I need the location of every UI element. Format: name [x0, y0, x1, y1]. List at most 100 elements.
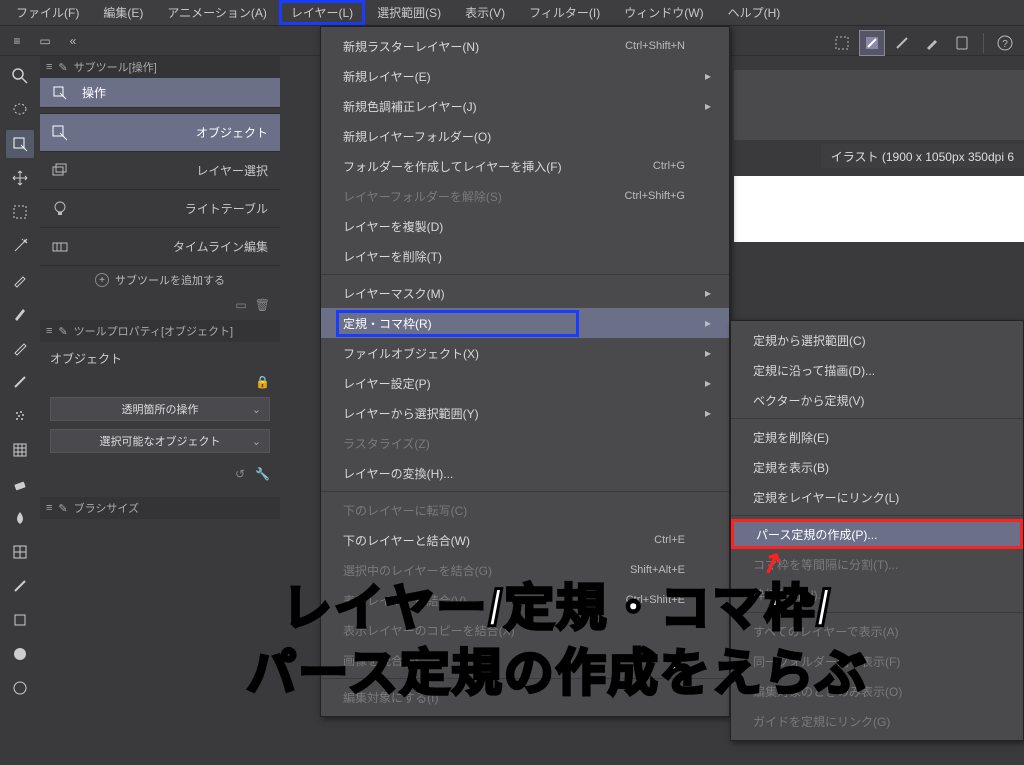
layer-menu-item-2[interactable]: 新規色調補正レイヤー(J)▸	[321, 91, 729, 121]
menu-item-label: 定規をレイヤーにリンク(L)	[753, 489, 899, 506]
wand-icon[interactable]	[6, 232, 34, 260]
add-subtool[interactable]: + サブツールを追加する	[40, 266, 280, 294]
menu-layer[interactable]: レイヤー(L)	[279, 0, 365, 25]
shape-icon[interactable]	[6, 606, 34, 634]
edit-pen-icon[interactable]	[919, 30, 945, 56]
layer-menu-item-9[interactable]: レイヤーマスク(M) ▸	[321, 278, 729, 308]
ruler-menu-item-0[interactable]: 定規から選択範囲(C)	[731, 325, 1023, 355]
grid-icon[interactable]	[6, 538, 34, 566]
layer-menu-item-5: レイヤーフォルダーを解除(S)Ctrl+Shift+G	[321, 181, 729, 211]
magnifier-icon[interactable]	[6, 62, 34, 90]
layer-menu-item-15[interactable]: レイヤーの変換(H)...	[321, 458, 729, 488]
ruler-menu-item-6[interactable]: 定規をレイヤーにリンク(L)	[731, 482, 1023, 512]
subtool-timeline[interactable]: タイムライン編集	[40, 228, 280, 266]
lock-icon[interactable]: 🔒	[255, 375, 270, 389]
subtool-panel-header[interactable]: ≡ ✎ サブツール[操作]	[40, 56, 280, 78]
menu-help[interactable]: ヘルプ(H)	[716, 0, 793, 25]
circle-solid-icon[interactable]	[6, 640, 34, 668]
brush-small-icon: ✎	[58, 61, 67, 74]
hamburger-icon[interactable]: ≡	[46, 502, 52, 514]
subtool-light-table[interactable]: ライトテーブル	[40, 190, 280, 228]
menu-edit[interactable]: 編集(E)	[91, 0, 155, 25]
subtool-layer-select[interactable]: レイヤー選択	[40, 152, 280, 190]
menu-window[interactable]: ウィンドウ(W)	[612, 0, 715, 25]
line-icon[interactable]	[6, 572, 34, 600]
subtool-group-operate[interactable]: 操作	[40, 78, 280, 108]
circle-outline-icon[interactable]	[6, 674, 34, 702]
collapse-icon[interactable]: «	[62, 30, 84, 52]
blend-icon[interactable]	[6, 504, 34, 532]
layers-arrow-icon	[48, 159, 72, 183]
pencil-icon[interactable]	[6, 334, 34, 362]
tool-strip	[0, 56, 40, 765]
brush-panel-header[interactable]: ≡ ✎ ブラシサイズ	[40, 497, 280, 519]
subtool-label: タイムライン編集	[82, 238, 272, 255]
layer-menu-item-1[interactable]: 新規レイヤー(E)▸	[321, 61, 729, 91]
layer-menu-item-13[interactable]: レイヤーから選択範囲(Y)▸	[321, 398, 729, 428]
menu-item-label: レイヤーマスク(M)	[343, 285, 579, 302]
device-icon[interactable]	[949, 30, 975, 56]
layer-menu-item-7[interactable]: レイヤーを削除(T)	[321, 241, 729, 271]
layer-menu-item-3[interactable]: 新規レイヤーフォルダー(O)	[321, 121, 729, 151]
subtool-label: レイヤー選択	[82, 162, 272, 179]
pen-square-icon[interactable]	[859, 30, 885, 56]
brush-tool-icon[interactable]	[6, 368, 34, 396]
menu-filter[interactable]: フィルター(I)	[517, 0, 612, 25]
menu-item-label: レイヤー設定(P)	[343, 375, 579, 392]
subtool-label: オブジェクト	[82, 124, 272, 141]
layer-menu-item-12[interactable]: レイヤー設定(P)▸	[321, 368, 729, 398]
layer-menu-item-11[interactable]: ファイルオブジェクト(X)▸	[321, 338, 729, 368]
ruler-menu-item-1[interactable]: 定規に沿って描画(D)...	[731, 355, 1023, 385]
brush-icon[interactable]	[889, 30, 915, 56]
lasso-icon[interactable]	[6, 96, 34, 124]
separator	[731, 515, 1023, 516]
trash-icon[interactable]: 🗑	[255, 298, 270, 312]
submenu-arrow-icon: ▸	[701, 346, 711, 360]
hamburger-icon[interactable]: ≡	[6, 30, 28, 52]
menu-item-accelerator: Ctrl+Shift+N	[595, 40, 685, 52]
spray-icon[interactable]	[6, 402, 34, 430]
menu-selection[interactable]: 選択範囲(S)	[365, 0, 453, 25]
ruler-menu-item-4[interactable]: 定規を削除(E)	[731, 422, 1023, 452]
menu-file[interactable]: ファイル(F)	[4, 0, 91, 25]
layer-menu-item-0[interactable]: 新規ラスターレイヤー(N) Ctrl+Shift+N	[321, 31, 729, 61]
help-icon[interactable]: ?	[992, 30, 1018, 56]
subtool-object[interactable]: オブジェクト	[40, 114, 280, 152]
rect-select-icon[interactable]	[6, 198, 34, 226]
subtool-label: ライトテーブル	[82, 200, 272, 217]
toolprop-header[interactable]: ≡ ✎ ツールプロパティ[オブジェクト]	[40, 320, 280, 342]
menu-animation[interactable]: アニメーション(A)	[155, 0, 279, 25]
menu-item-label: 新規色調補正レイヤー(J)	[343, 98, 579, 115]
layer-menu-item-6[interactable]: レイヤーを複製(D)	[321, 211, 729, 241]
layer-menu-item-4[interactable]: フォルダーを作成してレイヤーを挿入(F)Ctrl+G	[321, 151, 729, 181]
pen-icon[interactable]	[6, 300, 34, 328]
menu-item-label: 定規を削除(E)	[753, 429, 873, 446]
pattern-icon[interactable]	[6, 436, 34, 464]
ruler-menu-item-2[interactable]: ベクターから定規(V)	[731, 385, 1023, 415]
toolprop-title: ツールプロパティ[オブジェクト]	[74, 323, 233, 339]
menu-item-label: 下のレイヤーと結合(W)	[343, 532, 579, 549]
eyedropper-icon[interactable]	[6, 266, 34, 294]
submenu-arrow-icon: ▸	[701, 286, 711, 300]
menu-item-label: パース定規の作成(P)...	[756, 526, 877, 543]
ruler-menu-item-5[interactable]: 定規を表示(B)	[731, 452, 1023, 482]
object-tool-icon[interactable]	[6, 130, 34, 158]
menu-item-label: 新規ラスターレイヤー(N)	[343, 38, 579, 55]
marquee-icon[interactable]	[829, 30, 855, 56]
move-icon[interactable]	[6, 164, 34, 192]
menu-item-accelerator: Ctrl+E	[595, 534, 685, 546]
dd-transparent-op[interactable]: 透明箇所の操作	[50, 397, 270, 421]
menu-view[interactable]: 表示(V)	[453, 0, 517, 25]
layer-menu-item-18[interactable]: 下のレイヤーと結合(W) Ctrl+E	[321, 525, 729, 555]
panel-icon[interactable]: ▭	[34, 30, 56, 52]
reset-icon[interactable]: ↺	[235, 467, 245, 481]
dd-selectable-obj[interactable]: 選択可能なオブジェクト	[50, 429, 270, 453]
duplicate-icon[interactable]: ▭	[235, 298, 246, 312]
hamburger-icon[interactable]: ≡	[46, 61, 52, 73]
eraser-icon[interactable]	[6, 470, 34, 498]
submenu-arrow-icon: ▸	[701, 406, 711, 420]
svg-text:?: ?	[1002, 39, 1008, 50]
hamburger-icon[interactable]: ≡	[46, 325, 52, 337]
wrench-icon[interactable]: 🔧	[255, 467, 270, 481]
layer-menu-item-10[interactable]: 定規・コマ枠(R)▸	[321, 308, 729, 338]
